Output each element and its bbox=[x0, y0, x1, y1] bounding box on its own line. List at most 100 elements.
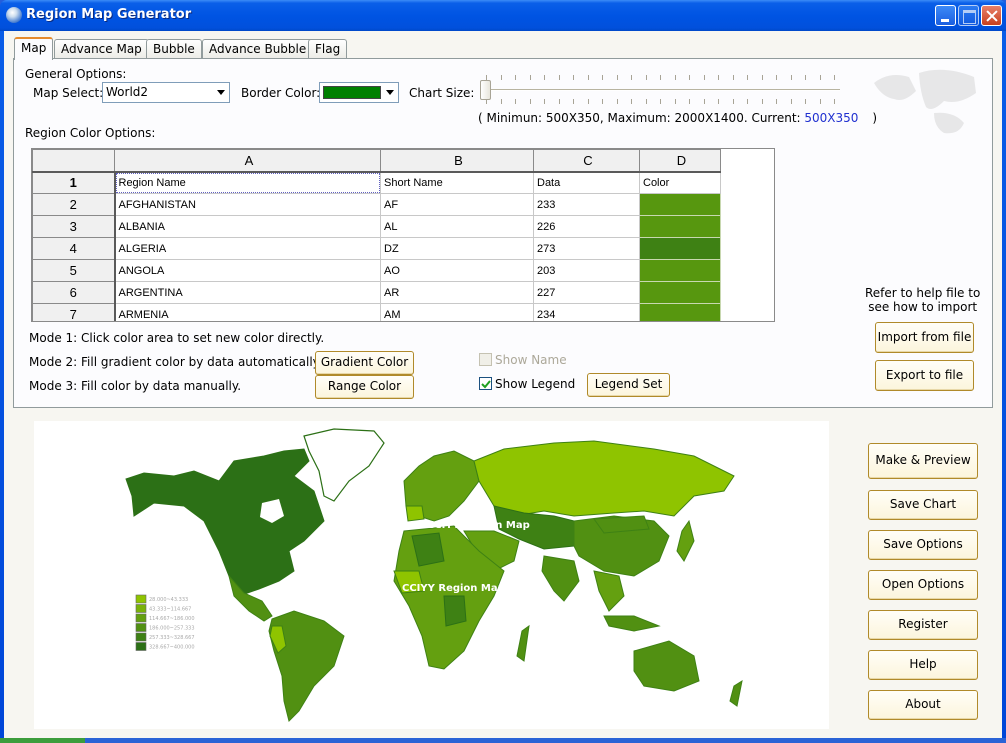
save-options-button[interactable]: Save Options bbox=[868, 530, 978, 560]
slider-tick bbox=[660, 99, 661, 104]
slider-tick bbox=[500, 99, 502, 104]
show-legend-checkbox[interactable] bbox=[479, 377, 492, 390]
data-cell[interactable]: 226 bbox=[533, 215, 640, 238]
gradient-color-button[interactable]: Gradient Color bbox=[315, 351, 414, 375]
make-preview-button[interactable]: Make & Preview bbox=[868, 443, 978, 479]
color-swatch-cell[interactable] bbox=[639, 303, 721, 321]
slider-tick bbox=[573, 75, 574, 80]
region-japan bbox=[676, 519, 695, 562]
about-button[interactable]: About bbox=[868, 690, 978, 720]
color-swatch-cell[interactable] bbox=[639, 281, 721, 304]
legend-label: 28.000~43.333 bbox=[149, 597, 188, 603]
region-name-cell[interactable]: AFGHANISTAN bbox=[114, 193, 381, 216]
row-number[interactable]: 7 bbox=[32, 303, 116, 321]
maximize-button[interactable] bbox=[958, 5, 979, 26]
slider-tick bbox=[500, 75, 502, 80]
region-name-cell[interactable]: Region Name bbox=[114, 171, 381, 194]
short-name-cell[interactable]: AR bbox=[380, 281, 534, 304]
color-header-cell[interactable]: Color bbox=[639, 171, 721, 194]
map-tab-panel: General Options: Map Select: World2 Bord… bbox=[13, 58, 993, 408]
slider-tick bbox=[587, 99, 589, 104]
region-australia bbox=[633, 640, 700, 692]
region-data-grid[interactable]: A B C D 1 Region Name Short Name Data Color 2… bbox=[31, 148, 775, 322]
border-color-picker[interactable] bbox=[319, 82, 399, 103]
short-name-cell[interactable]: Short Name bbox=[380, 171, 534, 194]
data-cell[interactable]: 227 bbox=[533, 281, 640, 304]
slider-tick bbox=[616, 75, 618, 80]
column-header-c[interactable]: C bbox=[533, 149, 640, 173]
row-number[interactable]: 1 bbox=[32, 171, 116, 194]
show-name-checkbox[interactable] bbox=[479, 353, 492, 366]
legend-swatch bbox=[135, 642, 147, 651]
legend-swatch bbox=[135, 604, 147, 613]
open-options-button[interactable]: Open Options bbox=[868, 570, 978, 600]
row-number[interactable]: 2 bbox=[32, 193, 116, 216]
corner-cell[interactable] bbox=[32, 149, 115, 173]
tab-flag[interactable]: Flag bbox=[308, 39, 348, 59]
row-number[interactable]: 5 bbox=[32, 259, 116, 282]
column-header-a[interactable]: A bbox=[114, 149, 381, 173]
import-from-file-button[interactable]: Import from file bbox=[875, 322, 974, 353]
slider-tick bbox=[805, 75, 806, 80]
column-header-b[interactable]: B bbox=[380, 149, 534, 173]
data-cell[interactable]: 234 bbox=[533, 303, 640, 321]
region-name-cell[interactable]: ARMENIA bbox=[114, 303, 381, 321]
empty-cell bbox=[721, 172, 725, 194]
help-button[interactable]: Help bbox=[868, 650, 978, 680]
tab-advance-map[interactable]: Advance Map bbox=[54, 39, 149, 59]
color-swatch-cell[interactable] bbox=[639, 215, 721, 238]
short-name-cell[interactable]: AL bbox=[380, 215, 534, 238]
data-cell[interactable]: 273 bbox=[533, 237, 640, 260]
color-swatch-cell[interactable] bbox=[639, 259, 721, 282]
tab-label: Flag bbox=[315, 42, 341, 56]
size-info-prefix: ( Minimun: 500X350, Maximum: 2000X1400. … bbox=[478, 111, 805, 125]
tab-label: Bubble bbox=[153, 42, 195, 56]
chart-size-slider[interactable] bbox=[480, 73, 840, 105]
color-swatch-cell[interactable] bbox=[639, 237, 721, 260]
data-cell[interactable]: Data bbox=[533, 171, 640, 194]
minimize-button[interactable] bbox=[935, 5, 956, 26]
slider-tick bbox=[587, 75, 589, 80]
close-button[interactable] bbox=[981, 5, 1002, 26]
region-name-cell[interactable]: ALBANIA bbox=[114, 215, 381, 238]
map-preview[interactable]: CCIYY Region Map CCIYY Region Map 28.000… bbox=[34, 421, 829, 729]
region-name-cell[interactable]: ANGOLA bbox=[114, 259, 381, 282]
region-name-cell[interactable]: ARGENTINA bbox=[114, 281, 381, 304]
tab-bubble[interactable]: Bubble bbox=[146, 39, 202, 59]
data-cell[interactable]: 203 bbox=[533, 259, 640, 282]
slider-tick bbox=[558, 99, 560, 104]
region-southeast-asia bbox=[593, 570, 625, 612]
map-select-dropdown[interactable]: World2 bbox=[102, 82, 230, 103]
slider-tick bbox=[515, 75, 516, 80]
short-name-cell[interactable]: DZ bbox=[380, 237, 534, 260]
slider-tick bbox=[660, 75, 661, 80]
short-name-cell[interactable]: AF bbox=[380, 193, 534, 216]
row-number[interactable]: 6 bbox=[32, 281, 116, 304]
short-name-cell[interactable]: AM bbox=[380, 303, 534, 321]
color-swatch-cell[interactable] bbox=[639, 193, 721, 216]
column-header-d[interactable]: D bbox=[639, 149, 721, 173]
slider-tick bbox=[718, 99, 719, 104]
data-cell[interactable]: 233 bbox=[533, 193, 640, 216]
tab-map[interactable]: Map bbox=[14, 37, 54, 60]
row-number[interactable]: 3 bbox=[32, 215, 116, 238]
region-name-cell[interactable]: ALGERIA bbox=[114, 237, 381, 260]
register-button[interactable]: Register bbox=[868, 610, 978, 640]
legend-set-button[interactable]: Legend Set bbox=[587, 373, 670, 397]
legend-label: 257.333~328.667 bbox=[149, 635, 195, 641]
region-indonesia bbox=[603, 615, 661, 632]
slider-tick bbox=[747, 75, 748, 80]
tab-advance-bubble[interactable]: Advance Bubble bbox=[202, 39, 314, 59]
row-number[interactable]: 4 bbox=[32, 237, 116, 260]
start-button[interactable] bbox=[0, 738, 85, 743]
export-to-file-button[interactable]: Export to file bbox=[875, 360, 974, 391]
slider-thumb[interactable] bbox=[480, 80, 491, 100]
grid-header-row: 1 Region Name Short Name Data Color bbox=[32, 171, 725, 194]
save-chart-button[interactable]: Save Chart bbox=[868, 490, 978, 520]
short-name-cell[interactable]: AO bbox=[380, 259, 534, 282]
size-current-value: 500X350 bbox=[804, 111, 859, 125]
range-color-button[interactable]: Range Color bbox=[315, 375, 414, 399]
title-bar[interactable]: Region Map Generator bbox=[0, 0, 1006, 31]
slider-tick bbox=[819, 75, 821, 80]
legend-label: 114.667~186.000 bbox=[149, 616, 195, 622]
